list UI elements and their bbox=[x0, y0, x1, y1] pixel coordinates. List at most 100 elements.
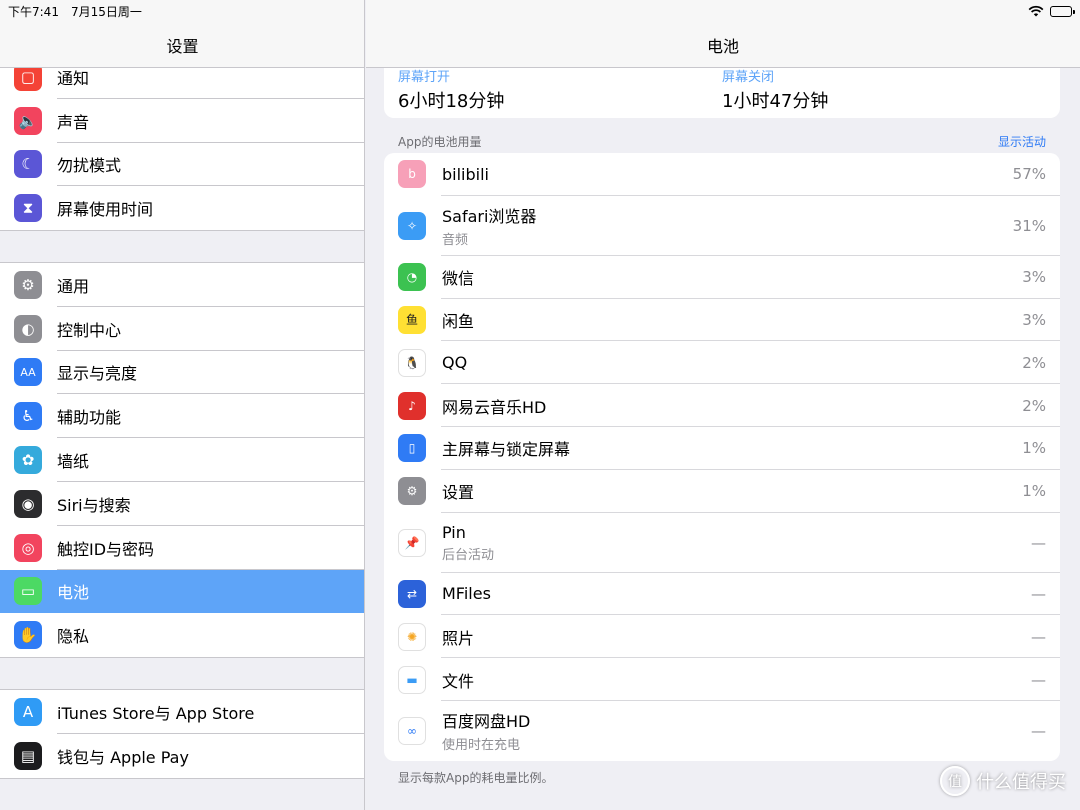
sidebar-item-label: 墙纸 bbox=[57, 452, 90, 472]
battery-panel: 屏幕打开 6小时18分钟 屏幕关闭 1小时47分钟 电池 App的电池用量 显示… bbox=[366, 0, 1080, 810]
sidebar-item[interactable]: ▤ 钱包与 Apple Pay bbox=[0, 734, 364, 778]
app-name: 网易云音乐HD bbox=[442, 397, 547, 417]
app-battery-percent: 2% bbox=[1022, 396, 1046, 415]
app-usage-header: App的电池用量 显示活动 bbox=[384, 130, 1060, 152]
app-text: 照片 bbox=[442, 625, 474, 649]
sidebar-item-label: Siri与搜索 bbox=[57, 495, 131, 515]
app-usage-row[interactable]: b bilibili 57% bbox=[384, 153, 1060, 196]
app-name: 主屏幕与锁定屏幕 bbox=[442, 440, 571, 460]
show-activity-button[interactable]: 显示活动 bbox=[998, 133, 1046, 150]
compass-icon: ✧ bbox=[398, 211, 426, 240]
app-text: bilibili bbox=[442, 165, 489, 184]
sidebar-item-label: 勿扰模式 bbox=[57, 156, 122, 176]
app-text: Pin 后台活动 bbox=[442, 523, 494, 563]
folder-icon: ▬ bbox=[398, 665, 426, 694]
sidebar-item[interactable]: ◐ 控制中心 bbox=[0, 307, 364, 351]
sidebar-item[interactable]: ◎ 触控ID与密码 bbox=[0, 526, 364, 570]
battery-status-icon bbox=[1050, 5, 1075, 17]
app-usage-row[interactable]: ✧ Safari浏览器 音频 31% bbox=[384, 196, 1060, 256]
sidebar-item[interactable]: ▭ 电池 bbox=[0, 569, 364, 614]
app-battery-percent: 31% bbox=[1012, 216, 1046, 235]
app-text: 闲鱼 bbox=[442, 308, 474, 332]
app-usage-row[interactable]: 🐧 QQ 2% bbox=[384, 341, 1060, 385]
app-usage-row[interactable]: ✺ 照片 — bbox=[384, 615, 1060, 659]
app-name: Safari浏览器 bbox=[442, 207, 537, 227]
xianyu-icon: 鱼 bbox=[398, 305, 426, 334]
screen-on-value: 6小时18分钟 bbox=[398, 91, 505, 112]
siri-icon: ◉ bbox=[14, 489, 42, 518]
status-date: 7月15日周一 bbox=[70, 4, 142, 19]
app-battery-percent: — bbox=[1031, 670, 1046, 689]
app-usage-row[interactable]: ▯ 主屏幕与锁定屏幕 1% bbox=[384, 427, 1060, 470]
app-text: QQ bbox=[442, 353, 467, 372]
settings-sidebar: 设置 ▢ 通知 🔈 声音 ☾ 勿扰模式 ⧗ 屏幕使用时间 ⚙ 通用 ◐ 控制中心 AA 显示与亮度 ♿ 辅助… bbox=[0, 0, 365, 810]
app-battery-percent: 2% bbox=[1022, 353, 1046, 372]
photos-icon: ✺ bbox=[398, 622, 426, 651]
bilibili-icon: b bbox=[398, 160, 426, 189]
wallet-icon: ▤ bbox=[14, 741, 42, 770]
sidebar-item[interactable]: ✋ 隐私 bbox=[0, 613, 364, 657]
app-usage-row[interactable]: ⚙ 设置 1% bbox=[384, 470, 1060, 513]
app-text: 微信 bbox=[442, 265, 474, 289]
app-battery-percent: 57% bbox=[1012, 165, 1046, 184]
status-time: 下午7:41 bbox=[8, 4, 59, 19]
app-battery-percent: 1% bbox=[1022, 482, 1046, 501]
hand-icon: ✋ bbox=[14, 621, 42, 650]
app-usage-row[interactable]: ♪ 网易云音乐HD 2% bbox=[384, 384, 1060, 427]
app-usage-label: App的电池用量 bbox=[398, 135, 482, 149]
sidebar-item[interactable]: ☾ 勿扰模式 bbox=[0, 143, 364, 187]
app-battery-percent: 3% bbox=[1022, 268, 1046, 287]
moon-icon: ☾ bbox=[14, 150, 42, 179]
baidu-cloud-icon: ∞ bbox=[398, 716, 426, 745]
battery-icon: ▭ bbox=[14, 577, 42, 606]
sidebar-item[interactable]: ⚙ 通用 bbox=[0, 263, 364, 307]
sidebar-item-label: 通用 bbox=[57, 276, 90, 296]
app-usage-row[interactable]: ∞ 百度网盘HD 使用时在充电 — bbox=[384, 701, 1060, 761]
app-text: 网易云音乐HD bbox=[442, 394, 546, 418]
sidebar-item-label: 屏幕使用时间 bbox=[57, 200, 154, 220]
screen-on-label: 屏幕打开 bbox=[398, 70, 451, 85]
sidebar-item[interactable]: ◉ Siri与搜索 bbox=[0, 482, 364, 526]
app-usage-row[interactable]: 鱼闲鱼 3% bbox=[384, 299, 1060, 342]
sidebar-item-label: 显示与亮度 bbox=[57, 364, 138, 384]
sidebar-item-label: iTunes Store与 App Store bbox=[57, 703, 255, 723]
status-bar: 下午7:41 7月15日周一 bbox=[0, 0, 1080, 22]
gear-icon: ⚙ bbox=[14, 270, 42, 299]
watermark-badge: 值 bbox=[940, 766, 970, 796]
app-name: QQ bbox=[442, 353, 468, 373]
app-usage-row[interactable]: ▬ 文件 — bbox=[384, 658, 1060, 701]
speaker-icon: 🔈 bbox=[14, 106, 42, 135]
settings-group-1: ▢ 通知 🔈 声音 ☾ 勿扰模式 ⧗ 屏幕使用时间 bbox=[0, 54, 364, 232]
sidebar-item[interactable]: AA 显示与亮度 bbox=[0, 351, 364, 395]
text-size-icon: AA bbox=[14, 358, 42, 387]
sidebar-item[interactable]: ♿ 辅助功能 bbox=[0, 394, 364, 439]
app-usage-row[interactable]: 📌 Pin 后台活动 — bbox=[384, 513, 1060, 573]
watermark-text: 什么值得买 bbox=[976, 772, 1066, 793]
sidebar-item[interactable]: ⧗ 屏幕使用时间 bbox=[0, 186, 364, 230]
pin-icon: 📌 bbox=[398, 528, 426, 557]
sidebar-item-label: 声音 bbox=[57, 112, 90, 132]
sidebar-item-label: 控制中心 bbox=[57, 320, 122, 340]
wifi-icon bbox=[1028, 5, 1044, 17]
app-battery-percent: — bbox=[1031, 627, 1046, 646]
app-usage-row[interactable]: ◔ 微信 3% bbox=[384, 256, 1060, 299]
settings-group-3: AiTunes Store与 App Store ▤ 钱包与 Apple Pay bbox=[0, 689, 364, 779]
sidebar-item[interactable]: 🔈 声音 bbox=[0, 99, 364, 143]
app-text: 文件 bbox=[442, 668, 474, 692]
app-text: 设置 bbox=[442, 479, 474, 503]
penguin-icon: 🐧 bbox=[398, 348, 426, 377]
flower-icon: ✿ bbox=[14, 446, 42, 475]
app-battery-percent: — bbox=[1031, 721, 1046, 740]
app-usage-row[interactable]: ⇄ MFiles — bbox=[384, 573, 1060, 616]
app-text: 百度网盘HD 使用时在充电 bbox=[442, 708, 530, 753]
sidebar-item[interactable]: AiTunes Store与 App Store bbox=[0, 690, 364, 734]
app-name: bilibili bbox=[442, 164, 489, 184]
app-battery-percent: — bbox=[1031, 584, 1046, 603]
app-name: 设置 bbox=[442, 483, 475, 503]
sidebar-item[interactable]: ✿ 墙纸 bbox=[0, 438, 364, 482]
app-name: MFiles bbox=[442, 584, 491, 604]
accessibility-icon: ♿ bbox=[14, 402, 42, 431]
status-right bbox=[1028, 5, 1075, 17]
fingerprint-icon: ◎ bbox=[14, 533, 42, 562]
app-subtitle: 后台活动 bbox=[442, 547, 495, 563]
